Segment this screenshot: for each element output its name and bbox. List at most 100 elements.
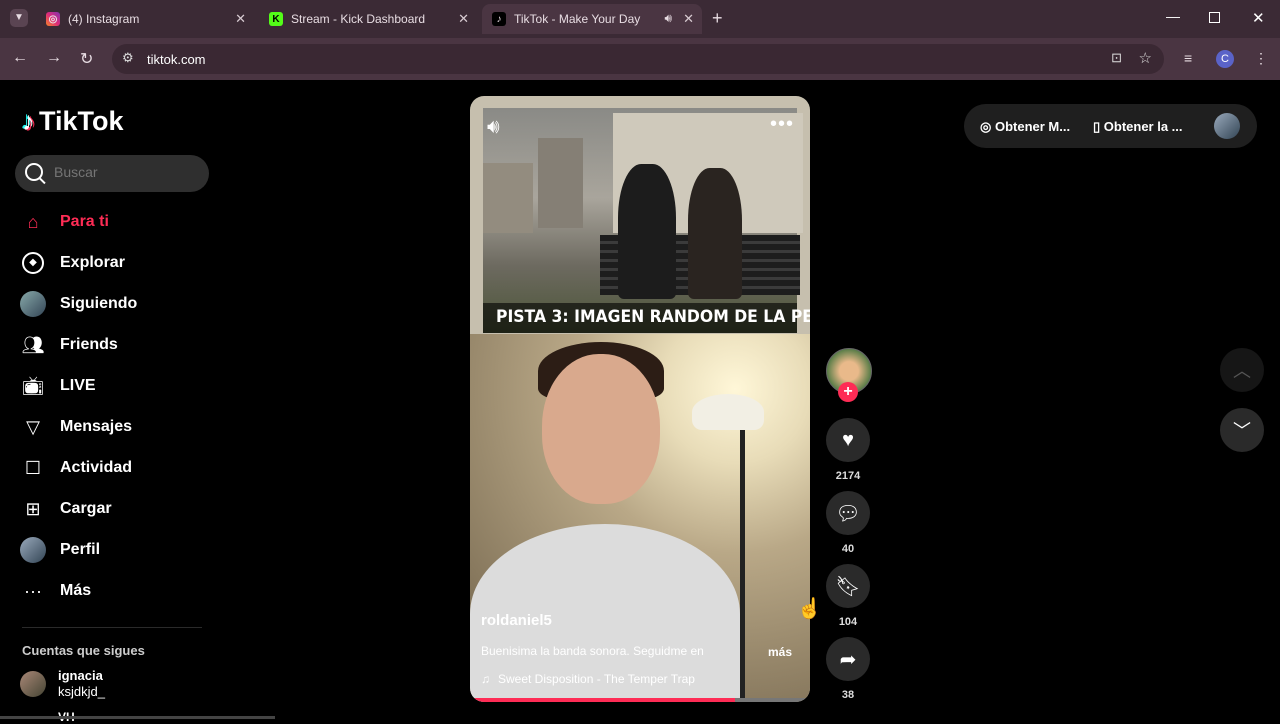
nav-item-for-you[interactable]: ⌂ Para ti — [20, 205, 210, 239]
chevron-down-icon: ﹀ — [1233, 421, 1251, 441]
video-progress-fill — [470, 698, 736, 702]
account-name: ignacia — [58, 668, 103, 683]
sidebar-scrollbar[interactable] — [0, 716, 275, 719]
more-options-icon[interactable]: ••• — [770, 113, 794, 136]
share-icon[interactable]: ➦ — [826, 637, 870, 681]
nav-item-friends[interactable]: 👥︎ Friends — [20, 328, 210, 362]
logo-text: TikTok — [39, 106, 124, 136]
tab-title: (4) Instagram — [68, 12, 140, 26]
get-app-button[interactable]: ▯ Obtener la ... — [1093, 119, 1183, 135]
video-player[interactable]: PISTA 3: IMAGEN RANDOM DE LA PELICULA 🔊︎… — [470, 96, 810, 702]
get-coins-button[interactable]: ◎ Obtener M... — [980, 119, 1070, 135]
music-info[interactable]: ♫ Sweet Disposition - The Temper Trap — [481, 672, 695, 686]
speaker-icon[interactable]: 🔊︎ — [664, 11, 672, 26]
close-tab-icon[interactable]: ✕ — [235, 11, 246, 27]
music-title: Sweet Disposition - The Temper Trap — [498, 672, 695, 686]
profile-avatar[interactable]: C — [1216, 50, 1234, 68]
kick-icon: K — [269, 12, 283, 26]
save-count: 104 — [838, 616, 858, 628]
nav-label: Explorar — [60, 254, 125, 271]
menu-kebab-icon[interactable]: ⋮ — [1254, 50, 1268, 67]
chevron-up-icon: ︿ — [1233, 361, 1251, 381]
more-button[interactable]: más — [768, 645, 792, 659]
tab-instagram[interactable]: ◎ (4) Instagram ✕ — [36, 4, 254, 34]
video-frame-scene — [483, 108, 803, 333]
bookmark-icon[interactable]: 🔖︎ — [826, 564, 870, 608]
video-author[interactable]: roldaniel5 — [481, 612, 552, 629]
close-tab-icon[interactable]: ✕ — [458, 11, 469, 27]
comment-count: 40 — [841, 543, 855, 555]
video-caption: PISTA 3: IMAGEN RANDOM DE LA PELICULA — [496, 307, 810, 327]
volume-icon[interactable]: 🔊︎ — [487, 116, 500, 139]
nav-label: Mensajes — [60, 418, 133, 435]
activity-icon: ☐ — [24, 457, 42, 478]
like-action[interactable]: ♥ 2174 — [826, 418, 870, 482]
coin-icon: ◎ — [980, 119, 995, 134]
browser-toolbar: ← → ↻ ⚙ tiktok.com ⊡ ☆ ≡ C ⋮ — [0, 38, 1280, 80]
share-action[interactable]: ➦ 38 — [826, 637, 870, 701]
nav-label: LIVE — [60, 377, 96, 394]
tab-kick[interactable]: K Stream - Kick Dashboard ✕ — [259, 4, 477, 34]
following-avatar — [20, 291, 46, 317]
heart-icon[interactable]: ♥ — [826, 418, 870, 462]
nav-label: Friends — [60, 336, 118, 353]
browser-tab-bar: ▼ ◎ (4) Instagram ✕ K Stream - Kick Dash… — [0, 0, 1280, 38]
close-window-button[interactable]: ✕ — [1252, 9, 1265, 27]
new-tab-button[interactable]: + — [712, 8, 723, 29]
nav-item-upload[interactable]: ⊞ Cargar — [20, 492, 210, 526]
tab-tiktok[interactable]: ♪ TikTok - Make Your Day 🔊︎ ✕ — [482, 4, 702, 34]
messages-icon: ▽ — [26, 416, 40, 437]
close-tab-icon[interactable]: ✕ — [683, 11, 694, 27]
tab-title: Stream - Kick Dashboard — [291, 12, 426, 26]
video-progress-bar[interactable] — [470, 698, 810, 702]
address-bar[interactable]: ⚙ tiktok.com ⊡ ☆ — [112, 44, 1164, 74]
lamp-pole — [740, 430, 745, 702]
following-accounts-title: Cuentas que sigues — [22, 643, 145, 658]
reload-icon[interactable]: ↻ — [80, 49, 93, 69]
nav-item-live[interactable]: 📺︎ LIVE — [20, 369, 210, 403]
search-input[interactable] — [52, 163, 206, 181]
friends-icon: 👥︎ — [21, 334, 45, 355]
get-app-label: Obtener la ... — [1103, 119, 1183, 134]
mouse-cursor-icon: ☝ — [797, 598, 822, 620]
url-text[interactable]: tiktok.com — [147, 52, 206, 67]
user-avatar[interactable] — [1214, 113, 1240, 139]
account-handle: ksjdkjd_ — [58, 684, 105, 699]
video-description: Buenisima la banda sonora. Seguidme en — [481, 644, 704, 658]
tiktok-logo[interactable]: ♪ TikTok — [22, 106, 124, 137]
nav-label: Perfil — [60, 541, 101, 558]
nav-item-profile[interactable]: Perfil — [20, 533, 210, 567]
nav-item-explore[interactable]: ◆ Explorar — [20, 246, 210, 280]
minimize-button[interactable]: — — [1166, 8, 1180, 24]
compass-icon: ◆ — [20, 250, 46, 276]
nav-label: Cargar — [60, 500, 112, 517]
nav-item-more[interactable]: ··· Más — [20, 574, 210, 608]
back-icon[interactable]: ← — [12, 49, 28, 67]
nav-label: Actividad — [60, 459, 133, 476]
nav-item-following[interactable]: Siguiendo — [20, 287, 210, 321]
tiktok-icon: ♪ — [492, 12, 506, 26]
bookmark-star-icon[interactable]: ☆ — [1139, 49, 1152, 67]
nav-label: Para ti — [60, 213, 109, 230]
install-app-icon[interactable]: ⊡ — [1111, 50, 1122, 66]
share-count: 38 — [841, 689, 855, 701]
tab-list-button[interactable]: ▼ — [10, 9, 28, 27]
save-action[interactable]: 🔖︎ 104 — [826, 564, 870, 628]
nav-item-activity[interactable]: ☐ Actividad — [20, 451, 210, 485]
profile-avatar — [20, 537, 46, 563]
sidebar-divider — [22, 627, 202, 628]
previous-video-button[interactable]: ︿ — [1220, 348, 1264, 392]
site-info-icon[interactable]: ⚙ — [122, 50, 134, 66]
restore-button[interactable] — [1209, 12, 1220, 23]
forward-icon[interactable]: → — [46, 49, 62, 67]
followed-account[interactable]: ignacia ksjdkjd_ — [20, 668, 105, 700]
comment-icon[interactable]: 💬︎ — [826, 491, 870, 535]
more-icon: ··· — [24, 580, 42, 601]
nav-item-messages[interactable]: ▽ Mensajes — [20, 410, 210, 444]
follow-plus-button[interactable]: + — [838, 382, 858, 402]
top-actions-pill: ◎ Obtener M... ▯ Obtener la ... — [964, 104, 1257, 148]
comment-action[interactable]: 💬︎ 40 — [826, 491, 870, 555]
next-video-button[interactable]: ﹀ — [1220, 408, 1264, 452]
search-box[interactable] — [15, 155, 209, 192]
media-control-icon[interactable]: ≡ — [1184, 50, 1192, 66]
